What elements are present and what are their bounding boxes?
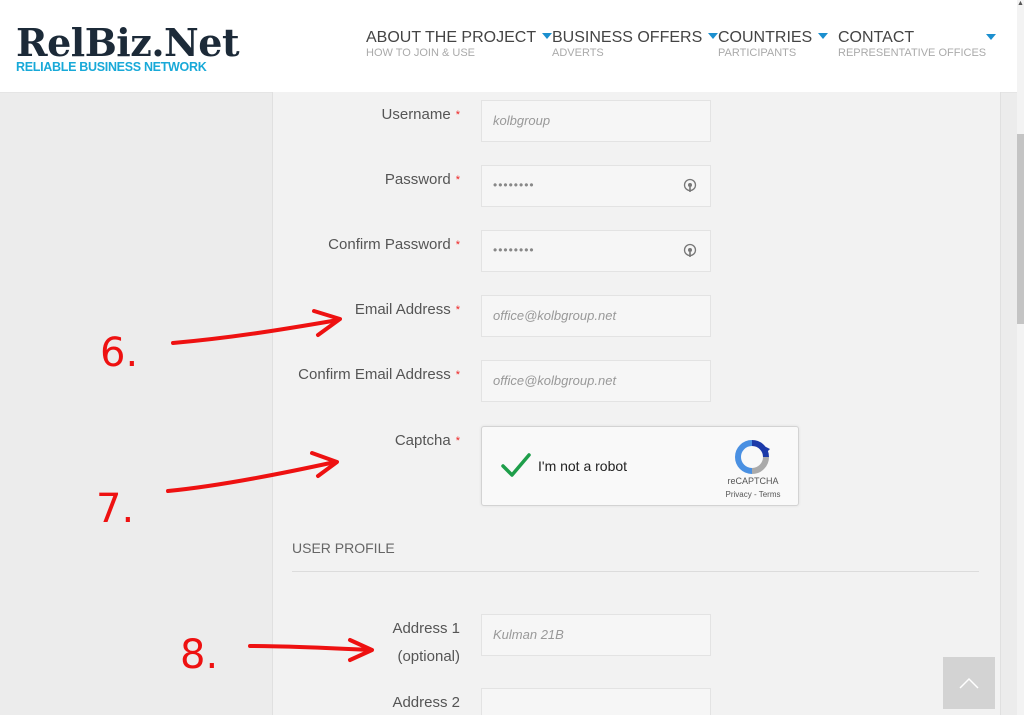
nav-countries-sub: PARTICIPANTS	[718, 47, 797, 59]
address1-label: Address 1 (optional)	[270, 618, 460, 668]
confirm-email-label: Confirm Email Address *	[298, 366, 460, 383]
captcha-checkbox-text: I'm not a robot	[538, 458, 628, 474]
nav-contact-label: CONTACT	[838, 29, 915, 46]
required-mark: *	[455, 369, 460, 381]
caret-down-icon	[818, 33, 829, 40]
required-mark: *	[455, 435, 460, 447]
caret-down-icon[interactable]	[986, 34, 996, 40]
required-mark: *	[455, 304, 460, 316]
nav-contact-sub: REPRESENTATIVE OFFICES	[838, 47, 987, 59]
nav-business-offers-label: BUSINESS OFFERS	[552, 29, 703, 46]
required-mark: *	[455, 109, 460, 121]
confirm-password-label: Confirm Password *	[328, 236, 460, 253]
confirm-email-input[interactable]: office@kolbgroup.net	[481, 360, 711, 402]
checkmark-icon[interactable]	[500, 449, 532, 481]
password-key-icon[interactable]	[682, 243, 698, 259]
required-mark: *	[455, 174, 460, 186]
email-input[interactable]: office@kolbgroup.net	[481, 295, 711, 337]
nav-about-project[interactable]: ABOUT THE PROJECT HOW TO JOIN & USE	[366, 29, 553, 59]
logo-tagline: RELIABLE BUSINESS NETWORK	[16, 60, 207, 74]
required-mark: *	[455, 239, 460, 251]
password-key-icon[interactable]	[682, 178, 698, 194]
address2-label: Address 2	[392, 694, 460, 711]
confirm-password-value: ••••••••	[493, 243, 535, 257]
password-label: Password *	[384, 171, 460, 188]
caret-down-icon	[708, 33, 719, 40]
nav-business-offers[interactable]: BUSINESS OFFERS ADVERTS	[552, 29, 719, 59]
nav-business-offers-sub: ADVERTS	[552, 47, 604, 59]
address1-value: Kulman 21B	[493, 627, 564, 642]
section-divider	[292, 571, 979, 572]
username-label: Username *	[381, 106, 460, 123]
site-header: RelBiz.Net RELIABLE BUSINESS NETWORK ABO…	[0, 0, 1017, 93]
page-scrollbar[interactable]: ▲	[1017, 0, 1024, 715]
address1-label-line1: Address 1	[392, 620, 460, 637]
scroll-up-arrow-icon[interactable]: ▲	[1017, 0, 1024, 8]
back-to-top-button[interactable]	[943, 657, 995, 709]
nav-countries-label: COUNTRIES	[718, 29, 813, 46]
site-logo[interactable]: RelBiz.Net RELIABLE BUSINESS NETWORK	[16, 20, 240, 74]
annotation-number-7: 7.	[96, 486, 134, 532]
recaptcha-privacy-terms-link[interactable]: Privacy - Terms	[718, 490, 788, 499]
email-value: office@kolbgroup.net	[493, 308, 617, 323]
nav-countries[interactable]: COUNTRIES PARTICIPANTS	[718, 29, 829, 59]
confirm-email-value: office@kolbgroup.net	[493, 373, 617, 388]
username-value: kolbgroup	[493, 113, 551, 128]
chevron-up-icon	[959, 677, 979, 689]
recaptcha-logo-icon	[735, 440, 770, 474]
username-input[interactable]: kolbgroup	[481, 100, 711, 142]
user-profile-section-title: USER PROFILE	[292, 540, 395, 556]
annotation-number-6: 6.	[100, 330, 138, 376]
nav-about-project-sub: HOW TO JOIN & USE	[366, 47, 475, 59]
password-input[interactable]: ••••••••	[481, 165, 711, 207]
annotation-number-8: 8.	[180, 632, 218, 678]
address1-input[interactable]: Kulman 21B	[481, 614, 711, 656]
nav-about-project-label: ABOUT THE PROJECT	[366, 29, 537, 46]
caret-down-icon	[542, 33, 553, 40]
nav-contact[interactable]: CONTACT REPRESENTATIVE OFFICES	[838, 29, 986, 59]
confirm-password-input[interactable]: ••••••••	[481, 230, 711, 272]
recaptcha-widget[interactable]: I'm not a robot reCAPTCHA Privacy - Term…	[481, 426, 799, 506]
captcha-label: Captcha *	[394, 432, 460, 449]
password-value: ••••••••	[493, 178, 535, 192]
logo-wordmark: RelBiz.Net	[16, 20, 240, 65]
scrollbar-thumb[interactable]	[1017, 134, 1024, 324]
email-label: Email Address *	[354, 301, 460, 318]
address1-label-line2: (optional)	[397, 648, 460, 665]
address2-input[interactable]	[481, 688, 711, 715]
recaptcha-brand: reCAPTCHA	[727, 476, 779, 486]
